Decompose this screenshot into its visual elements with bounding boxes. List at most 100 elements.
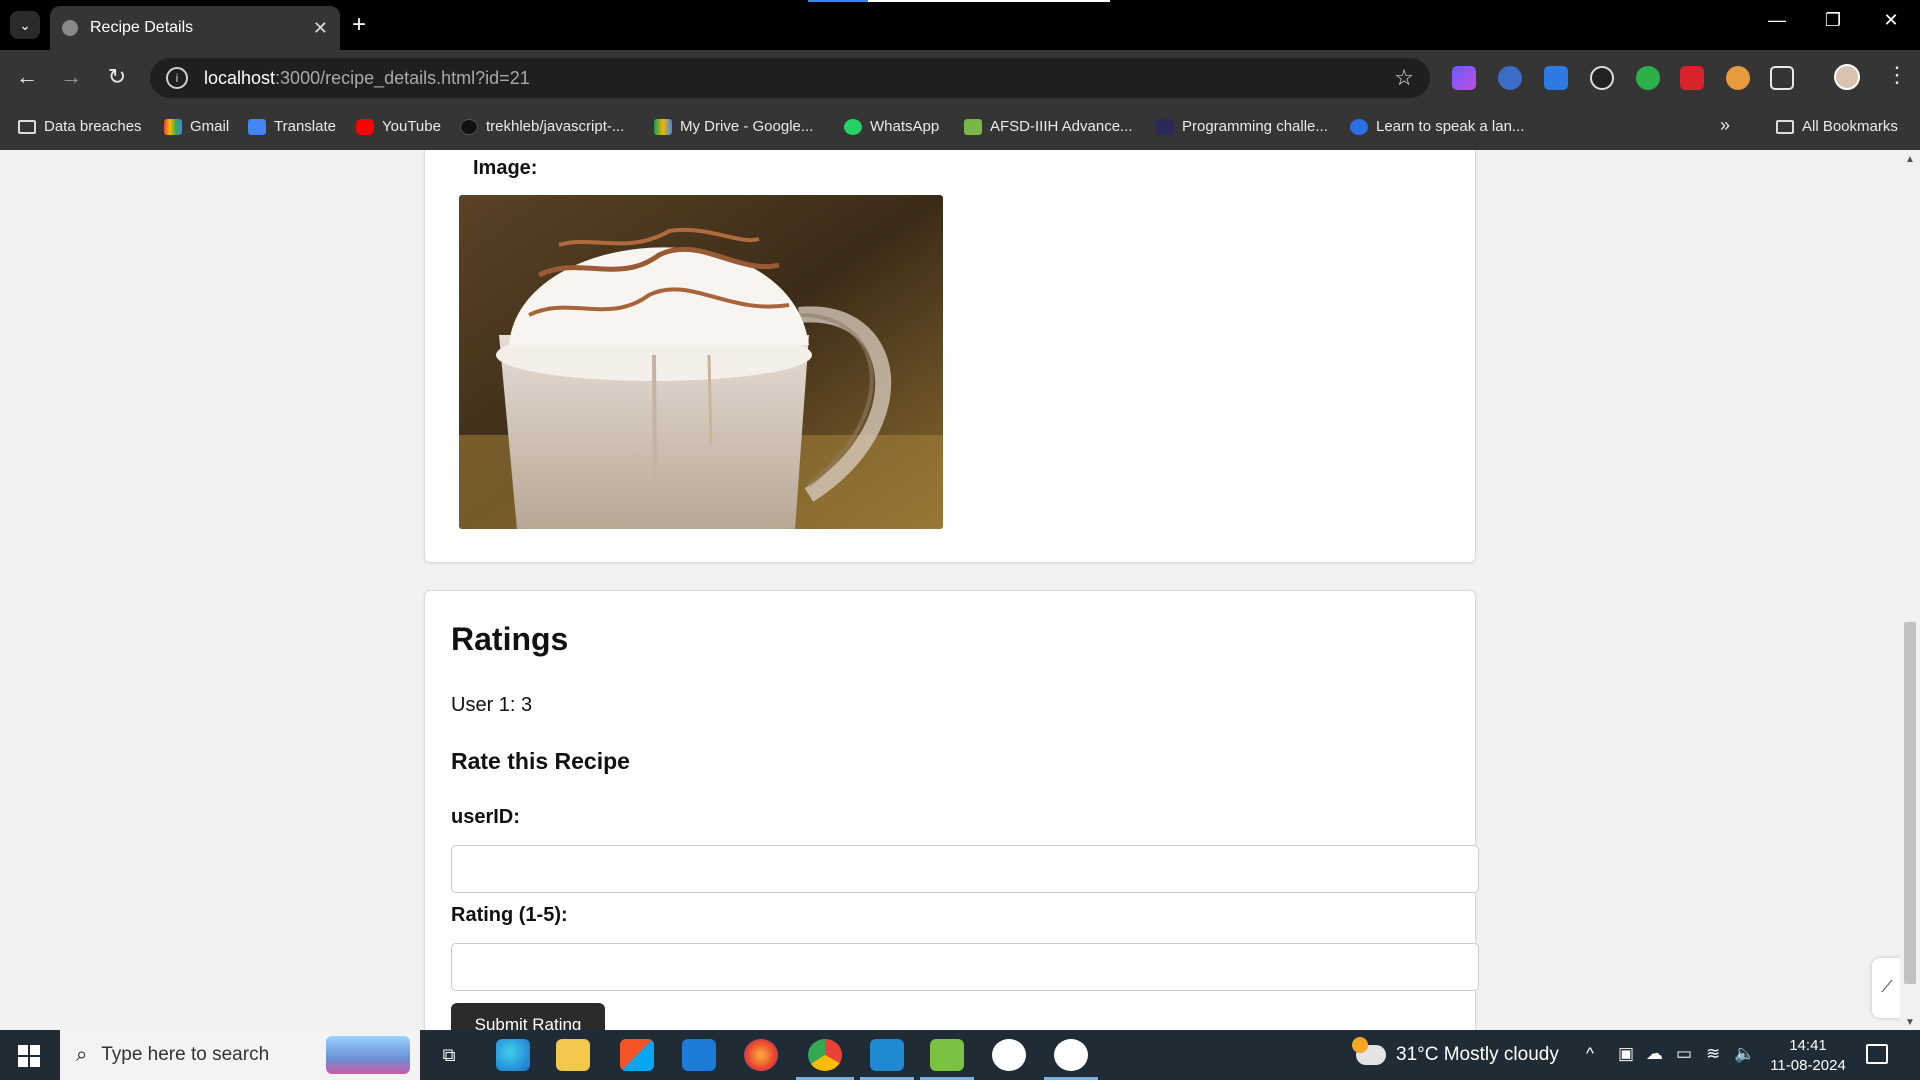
task-view-icon[interactable]: ⧉: [432, 1039, 466, 1071]
programming-icon: [1156, 118, 1174, 135]
weather-widget[interactable]: 31°C Mostly cloudy: [1352, 1037, 1559, 1066]
extension-icon[interactable]: [1498, 66, 1522, 90]
mail-icon[interactable]: [682, 1039, 716, 1071]
extension-icon[interactable]: [1590, 66, 1614, 90]
rating-label: Rating (1-5):: [451, 904, 568, 926]
scrollbar-thumb[interactable]: [1904, 622, 1916, 984]
tab-title: Recipe Details: [90, 19, 194, 36]
close-window-button[interactable]: ✕: [1876, 10, 1906, 31]
bookmark-github[interactable]: trekhleb/javascript-...: [460, 118, 624, 135]
rating-input[interactable]: [451, 943, 1479, 991]
bookmark-star-icon[interactable]: ☆: [1394, 65, 1414, 91]
chevron-up-icon[interactable]: ^: [1586, 1044, 1594, 1064]
all-bookmarks-button[interactable]: All Bookmarks: [1776, 118, 1898, 135]
cloudy-weather-icon: [1352, 1037, 1386, 1065]
clock-date: 11-08-2024: [1770, 1057, 1846, 1074]
extension-icon[interactable]: [1636, 66, 1660, 90]
bookmark-translate[interactable]: Translate: [248, 118, 336, 135]
new-tab-button[interactable]: +: [352, 12, 366, 38]
minimize-button[interactable]: —: [1762, 10, 1792, 31]
rating-entry: User 1: 3: [451, 694, 533, 716]
folder-icon: [18, 119, 36, 134]
bookmarks-overflow-button[interactable]: »: [1720, 115, 1730, 136]
microsoft-store-icon[interactable]: [620, 1039, 654, 1071]
folder-icon: [1776, 119, 1794, 134]
clock[interactable]: 14:41 11-08-2024: [1770, 1036, 1846, 1076]
reload-button[interactable]: ↻: [102, 64, 132, 90]
menu-kebab-icon[interactable]: ⋮: [1886, 62, 1908, 88]
scroll-down-arrow-icon[interactable]: ▼: [1900, 1017, 1920, 1028]
rate-recipe-heading: Rate this Recipe: [451, 748, 630, 774]
page-scrollbar[interactable]: ▲ ▼: [1900, 150, 1920, 1030]
profile-avatar[interactable]: [1834, 64, 1860, 90]
url-path: :3000/recipe_details.html?id=21: [275, 67, 530, 88]
windows-taskbar: ⌕ Type here to search ⧉ 31°C Mostly clou…: [0, 1030, 1920, 1080]
url-host: localhost: [204, 67, 276, 88]
extension-icon[interactable]: [1680, 66, 1704, 90]
meet-now-icon[interactable]: ▣: [1618, 1044, 1634, 1064]
windows-start-icon[interactable]: [18, 1045, 40, 1067]
whatsapp-icon: [844, 118, 862, 135]
image-label: Image:: [473, 157, 538, 179]
edge-icon[interactable]: [496, 1039, 530, 1071]
address-bar[interactable]: i localhost :3000/recipe_details.html?id…: [150, 58, 1430, 98]
google-drive-icon: [654, 118, 672, 135]
volume-icon[interactable]: 🔈: [1734, 1044, 1755, 1064]
extension-icon[interactable]: [1452, 66, 1476, 90]
tab-recipe-details[interactable]: Recipe Details ✕: [50, 6, 340, 50]
bookmark-afsd[interactable]: AFSD-IIIH Advance...: [964, 118, 1133, 135]
bookmarks-bar: Data breaches Gmail Translate YouTube tr…: [0, 106, 1920, 150]
github-icon: [460, 118, 478, 135]
app-icon[interactable]: [992, 1039, 1026, 1071]
notifications-icon[interactable]: [1866, 1044, 1888, 1064]
language-icon: [1350, 118, 1368, 135]
site-info-icon[interactable]: i: [166, 67, 188, 89]
restore-button[interactable]: ❐: [1818, 10, 1848, 31]
page-viewport: Image: Ratings User 1: 3 Rate this Recip…: [0, 150, 1900, 1030]
scroll-up-arrow-icon[interactable]: ▲: [1900, 154, 1920, 165]
search-placeholder: Type here to search: [101, 1044, 270, 1065]
clock-time: 14:41: [1789, 1037, 1827, 1054]
bookmark-google-drive[interactable]: My Drive - Google...: [654, 118, 813, 135]
side-panel-toggle[interactable]: ⟋: [1872, 958, 1900, 1018]
bookmark-data-breaches[interactable]: Data breaches: [18, 118, 142, 135]
forward-button[interactable]: →: [56, 64, 86, 90]
bookmark-programming[interactable]: Programming challe...: [1156, 118, 1328, 135]
extension-icon[interactable]: [1544, 66, 1568, 90]
bookmark-whatsapp[interactable]: WhatsApp: [844, 118, 939, 135]
bookmark-language[interactable]: Learn to speak a lan...: [1350, 118, 1524, 135]
firefox-icon[interactable]: [744, 1039, 778, 1071]
vscode-icon[interactable]: [870, 1039, 904, 1071]
search-icon: ⌕: [76, 1043, 88, 1066]
weather-text: 31°C Mostly cloudy: [1396, 1044, 1559, 1065]
globe-icon: [62, 20, 78, 36]
youtube-icon: [356, 118, 374, 135]
extension-icon[interactable]: [1726, 66, 1750, 90]
battery-icon[interactable]: ▭: [1676, 1044, 1692, 1064]
userid-input[interactable]: [451, 845, 1479, 893]
tab-strip: ⌄ Recipe Details ✕ + — ❐ ✕: [0, 0, 1920, 50]
onedrive-icon[interactable]: ☁: [1646, 1044, 1663, 1064]
userid-label: userID:: [451, 806, 520, 828]
gmail-icon: [164, 118, 182, 135]
extensions-puzzle-icon[interactable]: [1770, 66, 1794, 90]
submit-rating-button[interactable]: Submit Rating: [451, 1003, 605, 1030]
tab-search-button[interactable]: ⌄: [10, 11, 40, 39]
back-button[interactable]: ←: [12, 64, 42, 90]
loading-indicator: [808, 0, 1110, 2]
search-highlight-illustration: [326, 1036, 410, 1074]
bookmark-youtube[interactable]: YouTube: [356, 118, 441, 135]
chrome-icon[interactable]: [808, 1039, 842, 1071]
app-icon[interactable]: [1054, 1039, 1088, 1071]
close-tab-icon[interactable]: ✕: [313, 18, 328, 39]
recipe-photo: [459, 195, 943, 529]
taskbar-search-box[interactable]: ⌕ Type here to search: [60, 1030, 420, 1080]
ratings-card: Ratings User 1: 3 Rate this Recipe userI…: [424, 590, 1479, 1030]
translate-icon: [248, 118, 266, 135]
notepad-icon[interactable]: [930, 1039, 964, 1071]
bookmark-gmail[interactable]: Gmail: [164, 118, 229, 135]
hot-chocolate-image: [459, 195, 943, 529]
file-explorer-icon[interactable]: [556, 1039, 590, 1071]
ratings-heading: Ratings: [451, 621, 569, 657]
wifi-icon[interactable]: ≋: [1706, 1044, 1720, 1064]
